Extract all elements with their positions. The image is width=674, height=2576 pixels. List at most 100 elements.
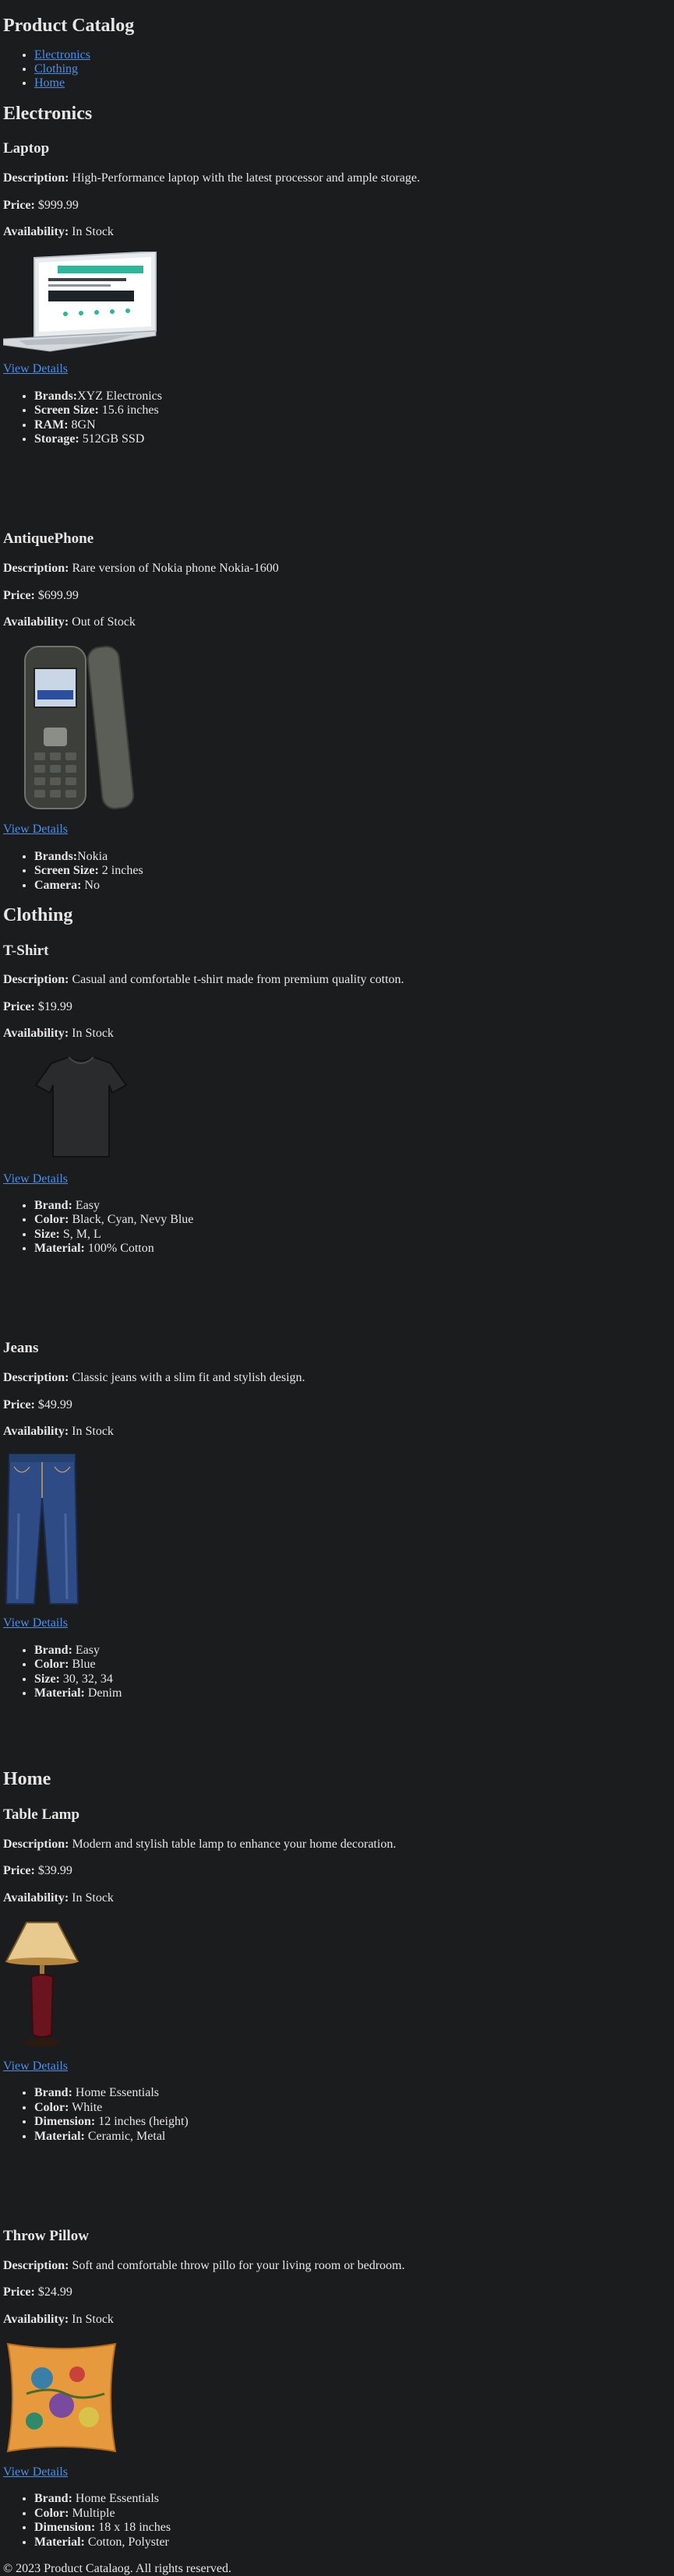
price-label: Price: xyxy=(3,198,35,212)
spec-label: Brand: xyxy=(34,1198,72,1212)
price-label: Price: xyxy=(3,1864,35,1878)
spec-item: Brands:XYZ Electronics xyxy=(34,389,671,403)
throw-pillow-image xyxy=(6,2342,117,2453)
product-description: Description: Modern and stylish table la… xyxy=(3,1838,671,1852)
price-value: $19.99 xyxy=(37,999,72,1013)
laptop-image xyxy=(3,252,157,352)
spec-value: 18 x 18 inches xyxy=(98,2521,171,2535)
availability-value: Out of Stock xyxy=(72,615,136,629)
spec-value: Home Essentials xyxy=(75,2086,159,2100)
availability-value: In Stock xyxy=(72,2312,114,2326)
spec-label: Material: xyxy=(34,1242,85,1256)
availability-label: Availability: xyxy=(3,1425,69,1439)
spec-list: Brand: Home Essentials Color: Multiple D… xyxy=(3,2492,671,2550)
product-description: Description: Casual and comfortable t-sh… xyxy=(3,973,671,987)
product-name: Laptop xyxy=(3,140,50,157)
product-availability: Availability: In Stock xyxy=(3,1425,671,1439)
spec-item: Material: 100% Cotton xyxy=(34,1242,671,1256)
spec-item: Size: 30, 32, 34 xyxy=(34,1672,671,1686)
spec-label: Brands: xyxy=(34,389,78,403)
spec-value: 8GN xyxy=(71,418,96,432)
product-tshirt: T-Shirt Description: Casual and comforta… xyxy=(3,943,671,1256)
nav-item-electronics: Electronics xyxy=(34,48,671,62)
spec-value: S, M, L xyxy=(62,1227,101,1241)
spec-list: Brands:XYZ Electronics Screen Size: 15.6… xyxy=(3,389,671,447)
jeans-image xyxy=(5,1454,79,1605)
product-availability: Availability: In Stock xyxy=(3,1891,671,1905)
nav-link-home[interactable]: Home xyxy=(34,76,65,90)
product-name: Throw Pillow xyxy=(3,2228,89,2244)
spec-value: Nokia xyxy=(77,849,108,863)
spec-label: Dimension: xyxy=(34,2115,96,2129)
spec-item: Brand: Easy xyxy=(34,1199,671,1213)
availability-label: Availability: xyxy=(3,615,69,629)
price-label: Price: xyxy=(3,999,35,1013)
spec-label: Color: xyxy=(34,1658,69,1672)
spec-value: Easy xyxy=(75,1643,101,1657)
view-details-link[interactable]: View Details xyxy=(3,2465,68,2479)
product-jeans: Jeans Description: Classic jeans with a … xyxy=(3,1340,671,1700)
price-value: $699.99 xyxy=(37,588,79,602)
description-label: Description: xyxy=(3,2258,69,2272)
nav-item-clothing: Clothing xyxy=(34,62,671,76)
description-label: Description: xyxy=(3,1371,69,1385)
section-home: Home Table Lamp Description: Modern and … xyxy=(3,1769,671,2550)
spec-label: Material: xyxy=(34,2535,85,2549)
availability-label: Availability: xyxy=(3,1891,69,1905)
availability-label: Availability: xyxy=(3,224,69,238)
product-table-lamp: Table Lamp Description: Modern and styli… xyxy=(3,1806,671,2144)
product-availability: Availability: Out of Stock xyxy=(3,615,671,629)
availability-value: In Stock xyxy=(72,224,114,238)
view-details-link[interactable]: View Details xyxy=(3,362,68,375)
section-electronics: Electronics Laptop Description: High-Per… xyxy=(3,104,671,893)
spec-value: Black, Cyan, Nevy Blue xyxy=(72,1213,194,1227)
spec-item: Color: White xyxy=(34,2101,671,2115)
product-description: Description: Classic jeans with a slim f… xyxy=(3,1371,671,1385)
spec-value: 12 inches (height) xyxy=(98,2115,189,2129)
spec-list: Brand: Home Essentials Color: White Dime… xyxy=(3,2086,671,2144)
spec-item: Storage: 512GB SSD xyxy=(34,432,671,446)
section-title: Home xyxy=(3,1769,51,1790)
spec-value: Ceramic, Metal xyxy=(87,2129,166,2143)
section-clothing: Clothing T-Shirt Description: Casual and… xyxy=(3,905,671,1701)
spec-label: Brands: xyxy=(34,849,78,863)
description-text: Rare version of Nokia phone Nokia-1600 xyxy=(72,562,279,576)
spec-value: Home Essentials xyxy=(75,2492,159,2506)
price-label: Price: xyxy=(3,588,35,602)
description-text: Modern and stylish table lamp to enhance… xyxy=(72,1837,397,1851)
view-details-link[interactable]: View Details xyxy=(3,1172,68,1186)
product-laptop: Laptop Description: High-Performance lap… xyxy=(3,140,671,446)
product-name: T-Shirt xyxy=(3,942,49,959)
spec-item: Material: Ceramic, Metal xyxy=(34,2130,671,2144)
spec-label: Size: xyxy=(34,1227,60,1241)
spec-value: Easy xyxy=(75,1198,101,1212)
view-details-link[interactable]: View Details xyxy=(3,823,68,836)
description-text: High-Performance laptop with the latest … xyxy=(72,171,420,185)
product-description: Description: Rare version of Nokia phone… xyxy=(3,562,671,576)
nav-link-electronics[interactable]: Electronics xyxy=(34,48,90,62)
product-antique-phone: AntiquePhone Description: Rare version o… xyxy=(3,530,671,893)
spec-label: Brand: xyxy=(34,2492,72,2506)
product-throw-pillow: Throw Pillow Description: Soft and comfo… xyxy=(3,2228,671,2550)
product-price: Price: $699.99 xyxy=(3,589,671,603)
spec-item: Material: Cotton, Polyster xyxy=(34,2535,671,2550)
view-details-link[interactable]: View Details xyxy=(3,1616,68,1630)
spec-value: Multiple xyxy=(72,2506,115,2520)
spec-item: Brands:Nokia xyxy=(34,850,671,864)
spec-label: Brand: xyxy=(34,2086,72,2100)
spec-label: RAM: xyxy=(34,418,69,432)
nav-link-clothing[interactable]: Clothing xyxy=(34,62,78,76)
spec-value: XYZ Electronics xyxy=(77,389,162,403)
description-text: Soft and comfortable throw pillo for you… xyxy=(72,2258,405,2272)
spec-value: White xyxy=(72,2100,103,2114)
view-details-link[interactable]: View Details xyxy=(3,2060,68,2073)
product-availability: Availability: In Stock xyxy=(3,2313,671,2327)
spec-label: Color: xyxy=(34,2506,69,2520)
spec-item: Color: Black, Cyan, Nevy Blue xyxy=(34,1213,671,1227)
product-price: Price: $19.99 xyxy=(3,1000,671,1014)
spec-list: Brands:Nokia Screen Size: 2 inches Camer… xyxy=(3,850,671,893)
spec-item: Color: Blue xyxy=(34,1658,671,1672)
spec-item: Dimension: 12 inches (height) xyxy=(34,2115,671,2129)
